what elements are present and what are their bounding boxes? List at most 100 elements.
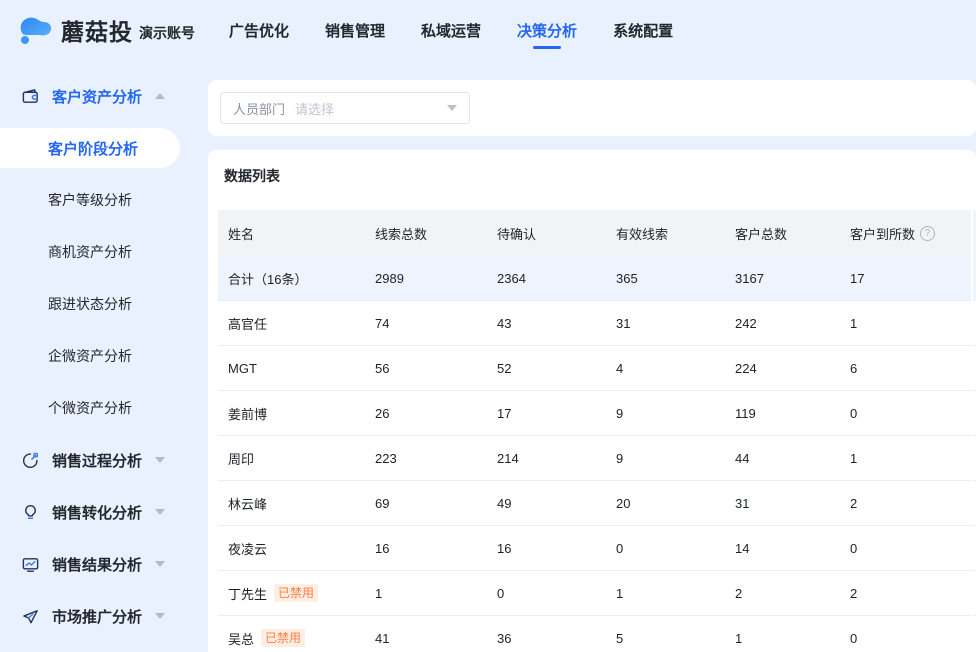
brand[interactable]: 蘑菇投 演示账号 xyxy=(0,13,195,47)
sidebar-group-customer-assets[interactable]: 客户资产分析 xyxy=(0,70,200,122)
cell-valid-leads: 20 xyxy=(606,496,725,511)
cell-total-customers: 14 xyxy=(725,541,840,556)
cell-name: MGT xyxy=(218,361,365,376)
cell-total-leads: 1 xyxy=(365,586,487,601)
nav-tab-system-config[interactable]: 系统配置 xyxy=(595,0,691,60)
data-list-card: 数据列表 姓名 线索总数 待确认 有效线索 客户总数 客户到所数 ? 合计（16 xyxy=(208,150,976,652)
sidebar-group-sales-process[interactable]: 销售过程分析 xyxy=(0,434,200,486)
cell-valid-leads: 365 xyxy=(606,271,725,286)
brand-name: 蘑菇投 xyxy=(61,13,133,47)
col-header-pending: 待确认 xyxy=(487,224,606,243)
cell-name: 高官任 xyxy=(218,314,365,333)
cell-valid-leads: 0 xyxy=(606,541,725,556)
sidebar-group-label: 销售过程分析 xyxy=(52,450,142,471)
brand-account-label: 演示账号 xyxy=(139,23,195,43)
cell-pending: 17 xyxy=(487,406,606,421)
select-placeholder: 请选择 xyxy=(295,99,334,118)
cell-pending: 43 xyxy=(487,316,606,331)
cell-name: 夜凌云 xyxy=(218,539,365,558)
cell-pending: 214 xyxy=(487,451,606,466)
filter-card: 人员部门 请选择 xyxy=(208,80,976,136)
help-icon[interactable]: ? xyxy=(920,226,935,241)
sidebar-item-followup-status-analysis[interactable]: 跟进状态分析 xyxy=(0,278,200,330)
sidebar-group-sales-results[interactable]: 销售结果分析 xyxy=(0,538,200,590)
cell-customer-arrivals: 0 xyxy=(840,631,971,646)
primary-nav: 广告优化 销售管理 私域运营 决策分析 系统配置 xyxy=(211,0,691,60)
sidebar-item-wechat-asset-analysis[interactable]: 个微资产分析 xyxy=(0,382,200,434)
table-row: 高官任 74 43 31 242 1 xyxy=(218,301,971,346)
active-tab-underline xyxy=(533,46,561,49)
sidebar-item-opportunity-asset-analysis[interactable]: 商机资产分析 xyxy=(0,226,200,278)
sidebar-item-customer-level-analysis[interactable]: 客户等级分析 xyxy=(0,174,200,226)
cell-pending: 52 xyxy=(487,361,606,376)
content-area: 人员部门 请选择 数据列表 姓名 线索总数 待确认 有效线索 客户总数 客户到所… xyxy=(200,60,976,652)
cell-customer-arrivals: 0 xyxy=(840,541,971,556)
sidebar-group-sales-conversion[interactable]: 销售转化分析 xyxy=(0,486,200,538)
cell-name: 合计（16条） xyxy=(218,269,365,288)
cell-pending: 0 xyxy=(487,586,606,601)
col-header-total-customers: 客户总数 xyxy=(725,224,840,243)
table-row: 夜凌云 16 16 0 14 0 xyxy=(218,526,971,571)
cell-total-customers: 44 xyxy=(725,451,840,466)
sidebar-item-label: 客户等级分析 xyxy=(48,190,132,210)
nav-tab-private-domain[interactable]: 私域运营 xyxy=(403,0,499,60)
disabled-badge: 已禁用 xyxy=(261,629,305,647)
col-header-label: 客户到所数 xyxy=(850,224,915,243)
topbar: 蘑菇投 演示账号 广告优化 销售管理 私域运营 决策分析 系统配置 xyxy=(0,0,976,60)
sidebar-item-wecom-asset-analysis[interactable]: 企微资产分析 xyxy=(0,330,200,382)
cell-valid-leads: 9 xyxy=(606,406,725,421)
sidebar-group-market-promotion[interactable]: 市场推广分析 xyxy=(0,590,200,642)
cell-valid-leads: 31 xyxy=(606,316,725,331)
cell-valid-leads: 4 xyxy=(606,361,725,376)
nav-tab-label: 私域运营 xyxy=(421,20,481,41)
nav-tab-label: 销售管理 xyxy=(325,20,385,41)
nav-tab-sales-management[interactable]: 销售管理 xyxy=(307,0,403,60)
cell-name: 吴总 已禁用 xyxy=(218,629,365,648)
sidebar-group-label: 市场推广分析 xyxy=(52,606,142,627)
nav-tab-decision-analysis[interactable]: 决策分析 xyxy=(499,0,595,60)
sidebar-item-label: 跟进状态分析 xyxy=(48,294,132,314)
chevron-down-icon xyxy=(155,561,165,567)
cell-customer-arrivals: 6 xyxy=(840,361,971,376)
cell-total-leads: 223 xyxy=(365,451,487,466)
monitor-chart-icon xyxy=(20,554,40,574)
cell-name: 丁先生 已禁用 xyxy=(218,584,365,603)
department-select[interactable]: 人员部门 请选择 xyxy=(220,92,470,124)
table-row: 周印 223 214 9 44 1 xyxy=(218,436,971,481)
col-header-total-leads: 线索总数 xyxy=(365,224,487,243)
col-header-valid-leads: 有效线索 xyxy=(606,224,725,243)
table-header-row: 姓名 线索总数 待确认 有效线索 客户总数 客户到所数 ? xyxy=(218,210,971,256)
cell-total-customers: 2 xyxy=(725,586,840,601)
cell-valid-leads: 5 xyxy=(606,631,725,646)
cell-total-customers: 242 xyxy=(725,316,840,331)
cell-pending: 2364 xyxy=(487,271,606,286)
table-row: 丁先生 已禁用 1 0 1 2 2 xyxy=(218,571,971,616)
cell-pending: 16 xyxy=(487,541,606,556)
cell-customer-arrivals: 1 xyxy=(840,451,971,466)
data-table: 姓名 线索总数 待确认 有效线索 客户总数 客户到所数 ? 合计（16条） 29… xyxy=(218,210,976,652)
cell-customer-arrivals: 1 xyxy=(840,316,971,331)
table-row-summary: 合计（16条） 2989 2364 365 3167 17 xyxy=(218,256,971,301)
cell-valid-leads: 9 xyxy=(606,451,725,466)
cell-name-text: 吴总 xyxy=(228,629,254,648)
cell-name: 姜前博 xyxy=(218,404,365,423)
chevron-up-icon xyxy=(155,93,165,99)
cell-total-leads: 26 xyxy=(365,406,487,421)
nav-tab-ad-optimization[interactable]: 广告优化 xyxy=(211,0,307,60)
nav-tab-label: 系统配置 xyxy=(613,20,673,41)
cell-total-customers: 3167 xyxy=(725,271,840,286)
chevron-down-icon xyxy=(155,613,165,619)
cell-total-customers: 1 xyxy=(725,631,840,646)
sidebar-group-label: 销售转化分析 xyxy=(52,502,142,523)
lightbulb-icon xyxy=(20,502,40,522)
sidebar-item-label: 企微资产分析 xyxy=(48,346,132,366)
sidebar-item-customer-stage-analysis[interactable]: 客户阶段分析 xyxy=(0,128,180,168)
sidebar-group-label: 销售结果分析 xyxy=(52,554,142,575)
cell-total-customers: 224 xyxy=(725,361,840,376)
cell-pending: 49 xyxy=(487,496,606,511)
cell-customer-arrivals: 2 xyxy=(840,586,971,601)
table-row: MGT 56 52 4 224 6 xyxy=(218,346,971,391)
sidebar-group-label: 客户资产分析 xyxy=(52,86,142,107)
cell-name: 林云峰 xyxy=(218,494,365,513)
sidebar-item-label: 商机资产分析 xyxy=(48,242,132,262)
